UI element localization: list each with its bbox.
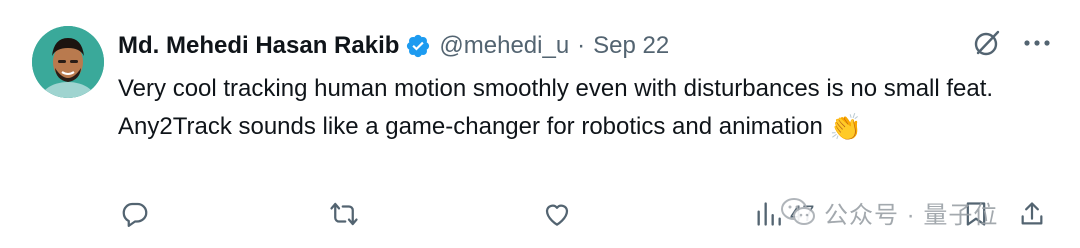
reply-icon (122, 202, 148, 227)
watermark-text: 公众号 · 量子位 (824, 201, 999, 229)
watermark: 公众号 · 量子位 (780, 192, 998, 232)
separator-dot: · (577, 32, 586, 59)
tweet-date[interactable]: Sep 22 (593, 30, 669, 62)
views-icon (757, 202, 781, 226)
verified-badge-icon (405, 33, 431, 59)
tweet-header-actions (972, 28, 1050, 58)
tweet-text: Very cool tracking human motion smoothly… (118, 70, 1038, 146)
retweet-button[interactable] (328, 196, 360, 232)
handle[interactable]: @mehedi_u (439, 30, 569, 62)
grok-icon[interactable] (972, 28, 1002, 58)
retweet-icon (330, 202, 358, 226)
clap-emoji: 👏 (829, 112, 862, 142)
share-button[interactable] (1018, 196, 1046, 232)
display-name[interactable]: Md. Mehedi Hasan Rakib (118, 30, 399, 62)
wechat-icon (781, 198, 815, 225)
tweet-header: Md. Mehedi Hasan Rakib @mehedi_u · Sep 2… (118, 30, 669, 62)
avatar[interactable] (32, 26, 104, 98)
like-button[interactable] (542, 196, 572, 232)
more-icon[interactable] (1024, 39, 1050, 47)
share-icon (1021, 202, 1043, 225)
reply-button[interactable] (120, 196, 150, 232)
avatar-photo (32, 26, 104, 98)
like-icon (545, 204, 569, 226)
